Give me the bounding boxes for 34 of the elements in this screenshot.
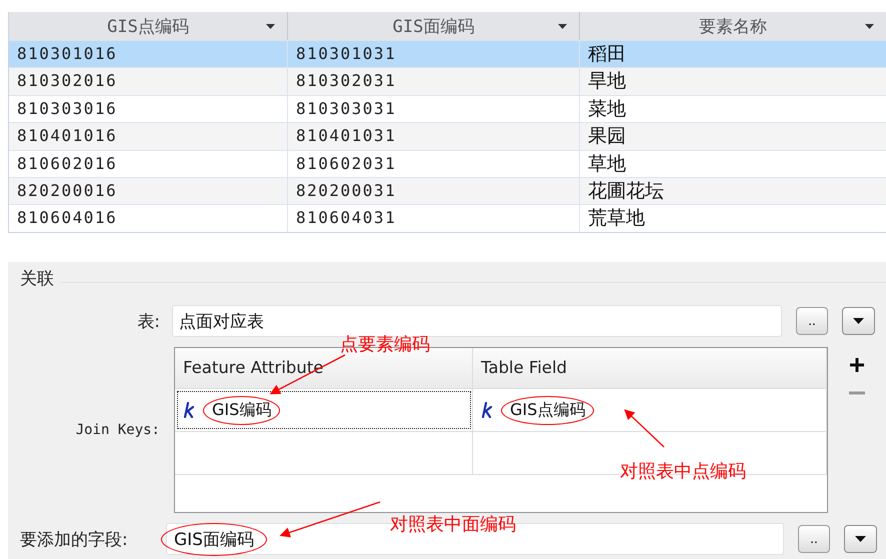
key-cell[interactable]: GIS点编码 <box>473 389 827 431</box>
column-header[interactable]: Table Field <box>473 348 827 388</box>
browse-button[interactable]: .. <box>798 525 830 553</box>
caret-icon[interactable] <box>865 24 874 29</box>
table-row[interactable]: 810602016 810602031 草地 <box>9 150 886 177</box>
table-row[interactable]: 810302016 810302031 旱地 <box>9 67 886 95</box>
table-row[interactable]: 810303016 810303031 菜地 <box>9 94 886 122</box>
table-cell: 810604031 <box>288 205 580 232</box>
circled-field-name: GIS面编码 <box>161 522 267 556</box>
dropdown-button[interactable] <box>844 525 877 553</box>
group-title: 关联 <box>20 268 54 290</box>
key-field-icon <box>183 402 195 418</box>
field-label: 要添加的字段: <box>19 528 129 550</box>
table-row[interactable]: 820200016 820200031 花圃花坛 <box>9 176 886 204</box>
caret-icon[interactable] <box>558 24 567 29</box>
caret-icon <box>855 536 866 542</box>
table-row[interactable]: 810401016 810401031 果园 <box>9 122 886 150</box>
annotation-text: 对照表中点编码 <box>620 461 746 483</box>
dropdown-button[interactable] <box>842 307 875 335</box>
add-icon[interactable] <box>849 357 865 373</box>
table-row[interactable]: 810604016 810604031 荒草地 <box>9 204 886 232</box>
field-label: Join Keys: <box>74 422 161 438</box>
circled-field-name: GIS点编码 <box>501 396 594 424</box>
table-row[interactable]: 810301016 810301031 稻田 <box>9 40 886 68</box>
table-cell: 810604016 <box>9 205 288 232</box>
browse-button[interactable]: .. <box>796 307 828 335</box>
circled-field-name: GIS编码 <box>203 396 280 424</box>
table-cell: 荒草地 <box>580 205 886 232</box>
key-cell[interactable]: GIS编码 <box>175 389 473 431</box>
caret-icon <box>853 318 864 324</box>
key-field-icon <box>481 402 493 418</box>
annotation-arrow <box>624 409 664 448</box>
caret-icon[interactable] <box>266 24 275 29</box>
field-label: 表: <box>136 310 161 332</box>
